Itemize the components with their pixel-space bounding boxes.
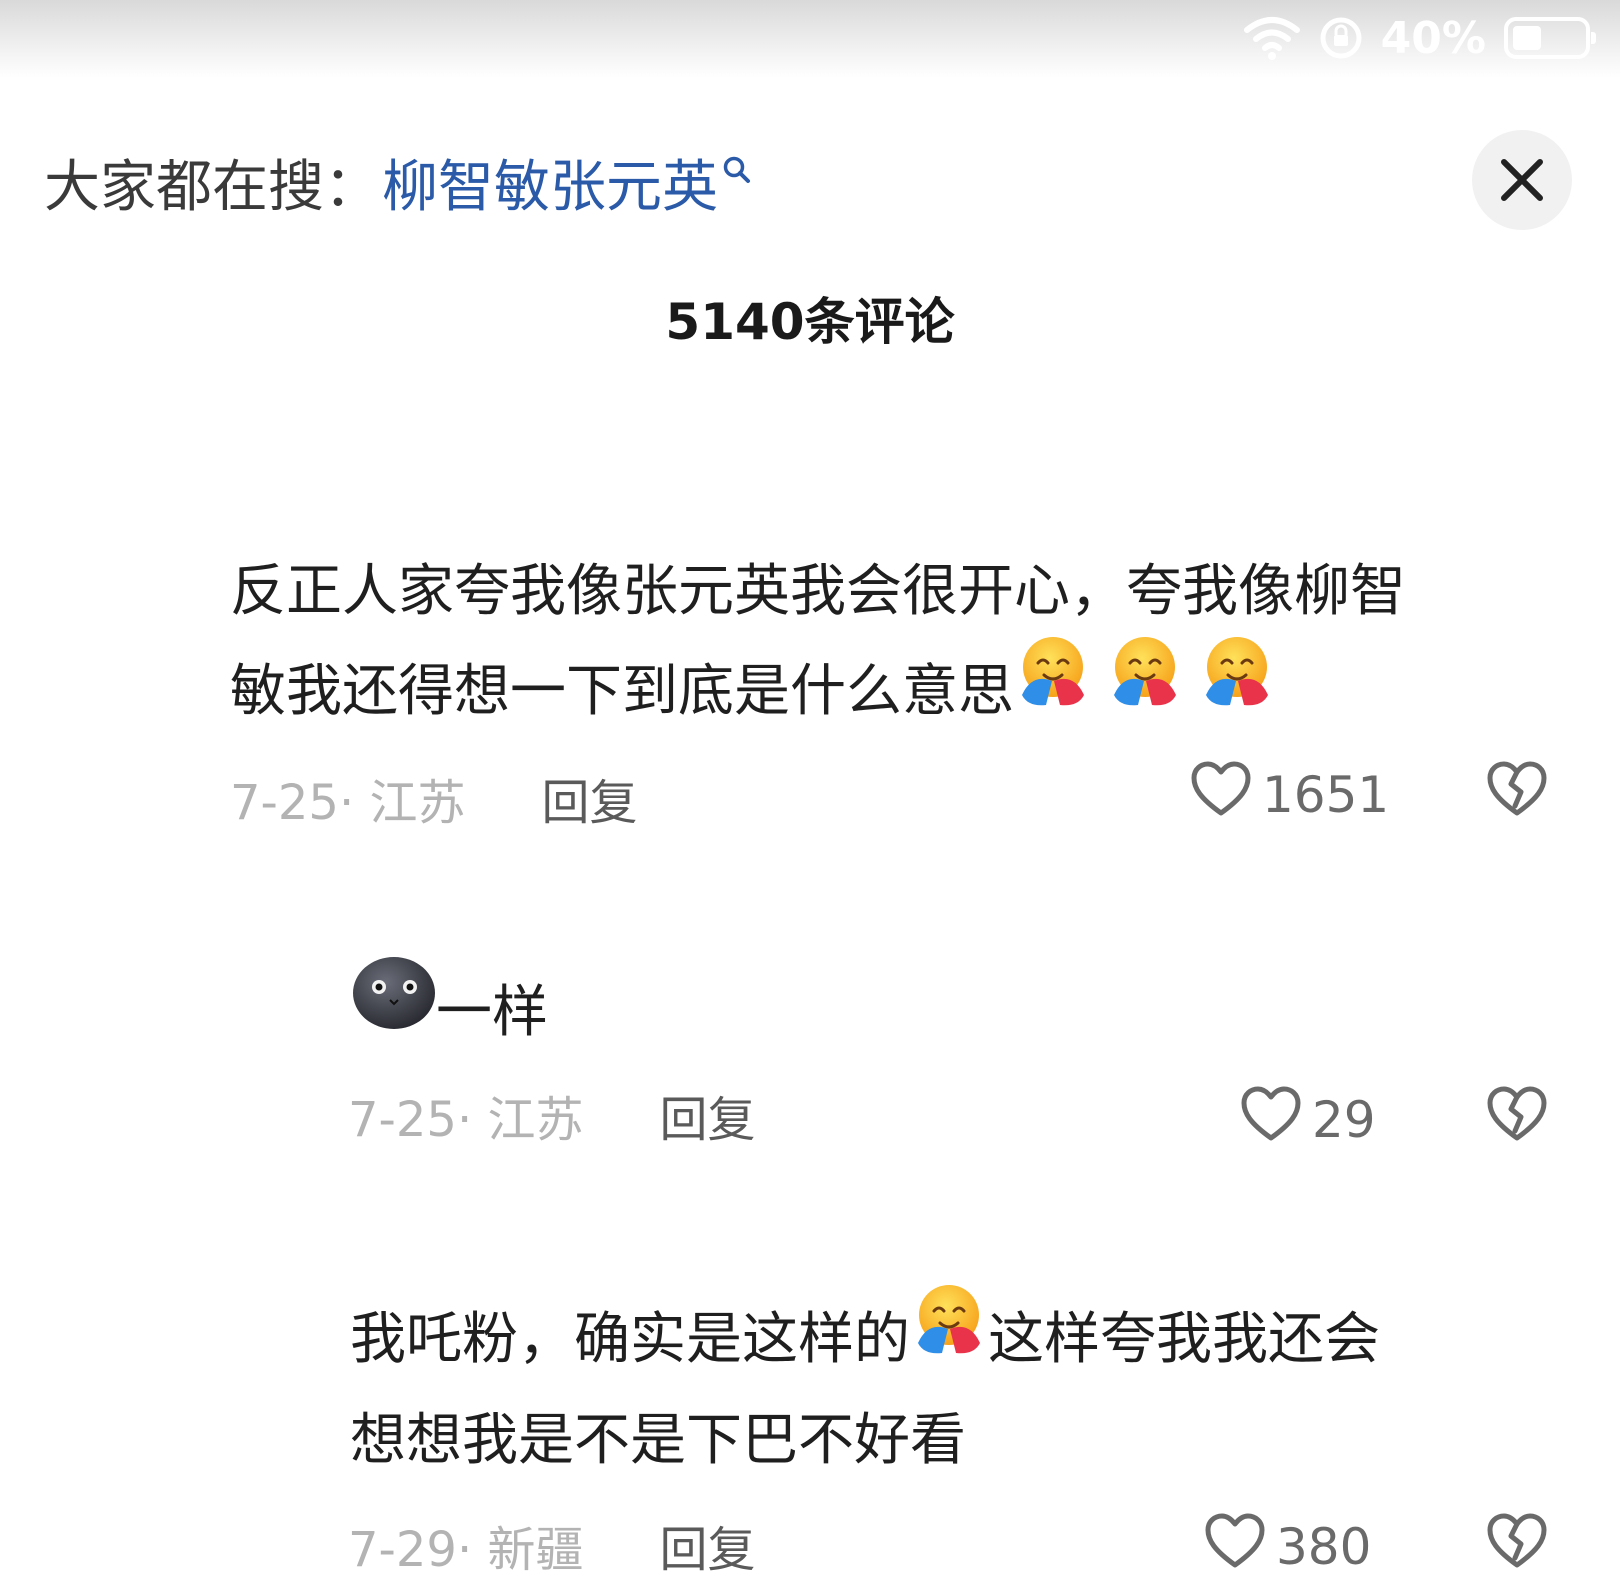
reply-item: 我吒粉，确实是这样的 这样夸我我还会 想想我是不是下巴不好看 bbox=[350, 1284, 1380, 1491]
status-icons: 40% bbox=[1243, 10, 1596, 66]
heart-icon bbox=[1190, 760, 1252, 830]
comment-meta: 7-29· 新疆 回复 bbox=[348, 1510, 755, 1580]
like-button[interactable]: 29 bbox=[1240, 1085, 1376, 1155]
comment-meta: 7-25· 江苏 回复 bbox=[230, 763, 637, 833]
hugging-face-emoji bbox=[1106, 633, 1184, 743]
status-bar: 40% bbox=[0, 0, 1620, 78]
close-icon bbox=[1501, 159, 1543, 201]
dislike-button[interactable] bbox=[1486, 1512, 1548, 1574]
reply-text-part-2: 这样夸我我还会 bbox=[988, 1307, 1380, 1372]
dark-round-face-emoji bbox=[352, 955, 436, 1063]
like-button[interactable]: 1651 bbox=[1190, 760, 1389, 830]
reply-text: 一样 bbox=[436, 980, 548, 1045]
wifi-icon bbox=[1243, 16, 1301, 60]
reply-button[interactable]: 回复 bbox=[541, 763, 637, 833]
orientation-lock-icon bbox=[1319, 16, 1363, 60]
hugging-face-emoji bbox=[910, 1281, 988, 1391]
comment-item: 反正人家夸我像张元英我会很开心，夸我像柳智 敏我还得想一下到底是什么意思 bbox=[230, 542, 1406, 743]
dislike-button[interactable] bbox=[1486, 1085, 1548, 1147]
battery-icon bbox=[1504, 17, 1596, 59]
like-count: 380 bbox=[1276, 1518, 1372, 1576]
like-button[interactable]: 380 bbox=[1204, 1512, 1371, 1582]
broken-heart-icon bbox=[1486, 1086, 1548, 1147]
hugging-face-emoji bbox=[1198, 633, 1276, 743]
like-count: 29 bbox=[1312, 1091, 1376, 1149]
close-button[interactable] bbox=[1472, 130, 1572, 230]
reply-text-part-1: 我吒粉，确实是这样的 bbox=[350, 1307, 910, 1372]
battery-percent: 40% bbox=[1380, 12, 1486, 64]
heart-icon bbox=[1240, 1085, 1302, 1155]
dislike-button[interactable] bbox=[1486, 760, 1548, 822]
comment-text-line-2: 敏我还得想一下到底是什么意思 bbox=[230, 659, 1014, 724]
comment-text-line: 我吒粉，确实是这样的 这样夸我我还会 bbox=[350, 1284, 1380, 1391]
search-suggestion: 大家都在搜： 柳智敏张元英 bbox=[44, 142, 752, 223]
reply-item: 一样 bbox=[352, 956, 548, 1063]
comment-text-line: 敏我还得想一下到底是什么意思 bbox=[230, 636, 1406, 743]
comments-page: 40% 大家都在搜： 柳智敏张元英 5140条评论 反正人家夸我像张元英我会很开… bbox=[0, 0, 1620, 1592]
comment-count: 5140条评论 bbox=[665, 293, 955, 351]
comment-date-location: 7-25· 江苏 bbox=[348, 1092, 584, 1148]
search-icon[interactable] bbox=[722, 134, 752, 199]
comment-text-line: 反正人家夸我像张元英我会很开心，夸我像柳智 bbox=[230, 559, 1406, 624]
comment-text-line: 想想我是不是下巴不好看 bbox=[350, 1407, 966, 1473]
like-count: 1651 bbox=[1262, 766, 1390, 824]
search-suggestion-link[interactable]: 柳智敏张元英 bbox=[382, 142, 718, 223]
comment-date-location: 7-25· 江苏 bbox=[230, 775, 466, 831]
reply-button[interactable]: 回复 bbox=[659, 1510, 755, 1580]
broken-heart-icon bbox=[1486, 1513, 1548, 1574]
reply-button[interactable]: 回复 bbox=[659, 1080, 755, 1150]
battery-fill bbox=[1513, 26, 1541, 50]
hugging-face-emoji bbox=[1014, 633, 1092, 743]
search-suggestion-prefix: 大家都在搜： bbox=[44, 155, 380, 220]
comment-date-location: 7-29· 新疆 bbox=[348, 1522, 584, 1578]
heart-icon bbox=[1204, 1512, 1266, 1582]
broken-heart-icon bbox=[1486, 761, 1548, 822]
comment-meta: 7-25· 江苏 回复 bbox=[348, 1080, 755, 1150]
comment-text-line: 一样 bbox=[352, 956, 548, 1063]
